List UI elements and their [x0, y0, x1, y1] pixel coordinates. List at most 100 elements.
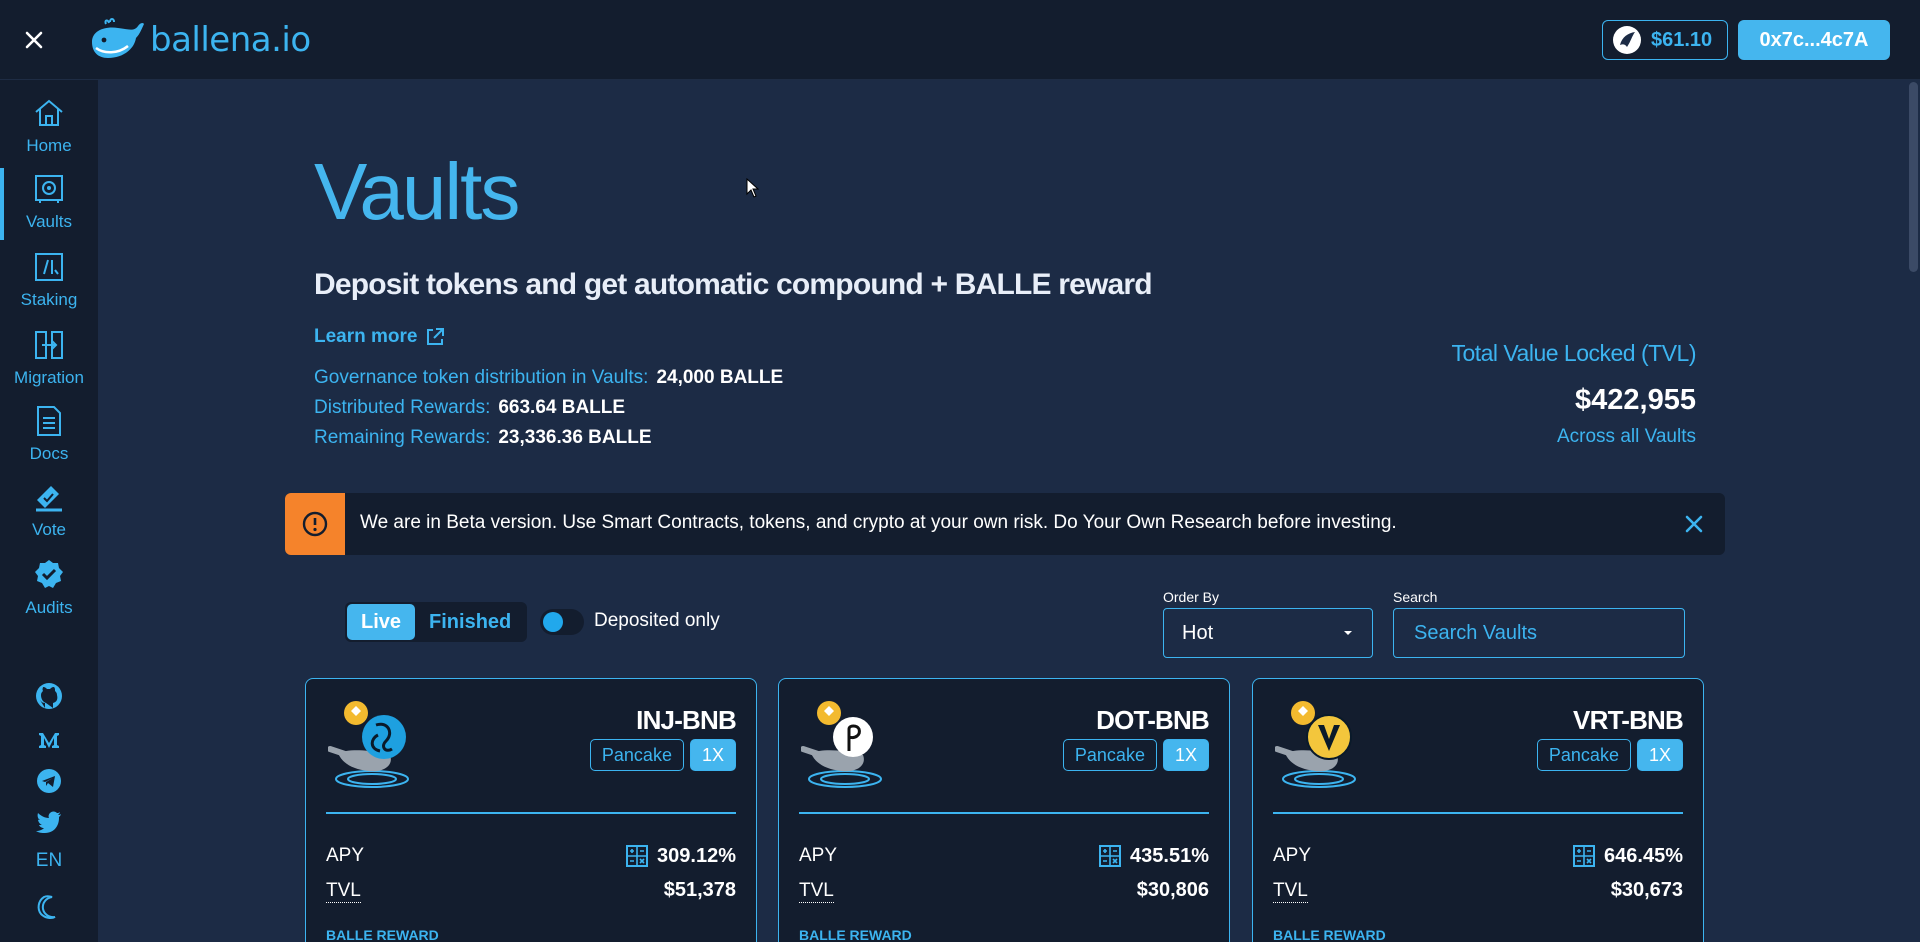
close-menu-icon[interactable]: [20, 26, 48, 54]
vault-card-inj-bnb[interactable]: INJ-BNB Pancake 1X APY 309.12% TVL $51,3…: [305, 678, 757, 942]
stat-value: 24,000 BALLE: [656, 367, 784, 388]
brand-name: ballena.io: [150, 20, 311, 60]
warning-icon: [285, 493, 345, 555]
tab-live[interactable]: Live: [347, 604, 416, 640]
stat-value: 663.64 BALLE: [498, 397, 626, 418]
sidebar-item-vote[interactable]: Vote: [0, 480, 98, 552]
tvl-value: $30,673: [1610, 879, 1683, 901]
dark-mode-icon[interactable]: [32, 892, 66, 922]
tvl-label: TVL: [326, 880, 361, 903]
sidebar-item-audits[interactable]: Audits: [0, 558, 98, 630]
sidebar-item-migration[interactable]: Migration: [0, 328, 98, 400]
audits-icon: [35, 560, 63, 588]
apy-value-row: 646.45%: [1572, 844, 1683, 868]
twitter-icon[interactable]: [32, 807, 66, 837]
divider: [326, 812, 736, 814]
balle-reward-label: BALLE REWARD: [1273, 927, 1386, 942]
caret-down-icon: [1344, 631, 1352, 635]
sidebar: Home Vaults Staking Migration Docs Vote …: [0, 80, 98, 942]
balle-reward-label: BALLE REWARD: [799, 927, 912, 942]
search-label: Search: [1393, 589, 1438, 605]
tvl-label: TVL: [1273, 880, 1308, 903]
search-vaults-input[interactable]: [1393, 608, 1685, 658]
apy-label: APY: [1273, 845, 1312, 866]
staking-icon: [35, 253, 63, 281]
docs-icon: [37, 406, 61, 436]
platform-badge: Pancake: [1536, 739, 1631, 771]
sidebar-item-home[interactable]: Home: [0, 96, 98, 168]
scrollbar-thumb[interactable]: [1909, 82, 1918, 272]
page-title: Vaults: [314, 147, 520, 236]
page-subtitle: Deposit tokens and get automatic compoun…: [314, 268, 1153, 301]
vrt-bnb-pair-icon: [1275, 701, 1356, 788]
external-link-icon: [427, 328, 445, 345]
balle-reward-label: BALLE REWARD: [326, 927, 439, 942]
vault-icon: [35, 175, 63, 203]
calculator-icon[interactable]: [625, 844, 649, 868]
vault-name: VRT-BNB: [1573, 705, 1684, 735]
beta-warning-text: We are in Beta version. Use Smart Contra…: [360, 512, 1397, 533]
platform-badge: Pancake: [1062, 739, 1157, 771]
sidebar-item-label: Home: [26, 136, 72, 155]
close-banner-icon[interactable]: [1681, 511, 1707, 537]
sidebar-item-label: Vote: [31, 520, 67, 539]
language-selector[interactable]: EN: [0, 850, 98, 872]
stat-remaining: Remaining Rewards: 23,336.36 BALLE: [314, 427, 652, 449]
learn-more-link[interactable]: Learn more: [314, 326, 445, 348]
vault-name: INJ-BNB: [636, 705, 737, 735]
deposited-only-label: Deposited only: [594, 610, 720, 631]
stat-label: Remaining Rewards:: [314, 427, 491, 448]
apy-value-row: 309.12%: [625, 844, 736, 868]
stat-value: 23,336.36 BALLE: [498, 427, 652, 448]
deposited-only-switch[interactable]: [540, 609, 584, 635]
inj-bnb-pair-icon: [328, 701, 409, 788]
multiplier-badge: 1X: [689, 739, 736, 771]
whale-icon: [92, 18, 144, 59]
stat-governance: Governance token distribution in Vaults:…: [314, 367, 783, 389]
telegram-icon[interactable]: [32, 766, 66, 796]
medium-icon[interactable]: [32, 725, 66, 755]
sidebar-item-label: Docs: [29, 444, 69, 463]
wallet-address-button[interactable]: 0x7c...4c7A: [1738, 20, 1890, 60]
order-by-value: Hot: [1182, 621, 1214, 644]
vault-card-vrt-bnb[interactable]: VRT-BNB Pancake 1X APY 646.45% TVL $30,6…: [1252, 678, 1704, 942]
migration-icon: [35, 331, 63, 359]
brand-logo[interactable]: ballena.io: [88, 16, 311, 64]
tvl-subtext: Across all Vaults: [1556, 426, 1696, 447]
balle-price-pill[interactable]: $61.10: [1602, 20, 1728, 60]
tab-finished[interactable]: Finished: [415, 604, 525, 640]
switch-knob: [543, 612, 563, 632]
apy-label: APY: [326, 845, 365, 866]
tvl-value: $51,378: [663, 879, 736, 901]
apy-value-row: 435.51%: [1098, 844, 1209, 868]
apy-value: 646.45%: [1604, 844, 1683, 867]
github-icon[interactable]: [32, 681, 66, 711]
beta-warning-banner: We are in Beta version. Use Smart Contra…: [285, 493, 1725, 555]
divider: [799, 812, 1209, 814]
platform-badge: Pancake: [589, 739, 684, 771]
vote-icon: [36, 486, 62, 512]
order-by-select[interactable]: Hot: [1163, 608, 1373, 658]
order-by-label: Order By: [1163, 589, 1220, 605]
top-bar: ballena.io $61.10 0x7c...4c7A: [0, 0, 1920, 80]
apy-value: 309.12%: [657, 844, 736, 867]
vault-card-dot-bnb[interactable]: DOT-BNB Pancake 1X APY 435.51% TVL $30,8…: [778, 678, 1230, 942]
balle-price: $61.10: [1651, 28, 1713, 51]
tvl-value: $422,955: [1575, 384, 1696, 416]
apy-label: APY: [799, 845, 838, 866]
calculator-icon[interactable]: [1572, 844, 1596, 868]
stat-label: Governance token distribution in Vaults:: [314, 367, 649, 388]
sidebar-item-label: Vaults: [26, 212, 72, 231]
sidebar-item-label: Staking: [20, 290, 78, 309]
multiplier-badge: 1X: [1636, 739, 1683, 771]
calculator-icon[interactable]: [1098, 844, 1122, 868]
divider: [1273, 812, 1683, 814]
sidebar-item-vaults[interactable]: Vaults: [0, 168, 98, 244]
sidebar-item-label: Migration: [14, 368, 84, 387]
learn-more-label: Learn more: [314, 326, 418, 347]
mouse-cursor-icon: [746, 178, 760, 198]
sidebar-item-label: Audits: [25, 598, 73, 617]
stat-distributed: Distributed Rewards: 663.64 BALLE: [314, 397, 625, 419]
sidebar-item-docs[interactable]: Docs: [0, 404, 98, 476]
sidebar-item-staking[interactable]: Staking: [0, 250, 98, 322]
